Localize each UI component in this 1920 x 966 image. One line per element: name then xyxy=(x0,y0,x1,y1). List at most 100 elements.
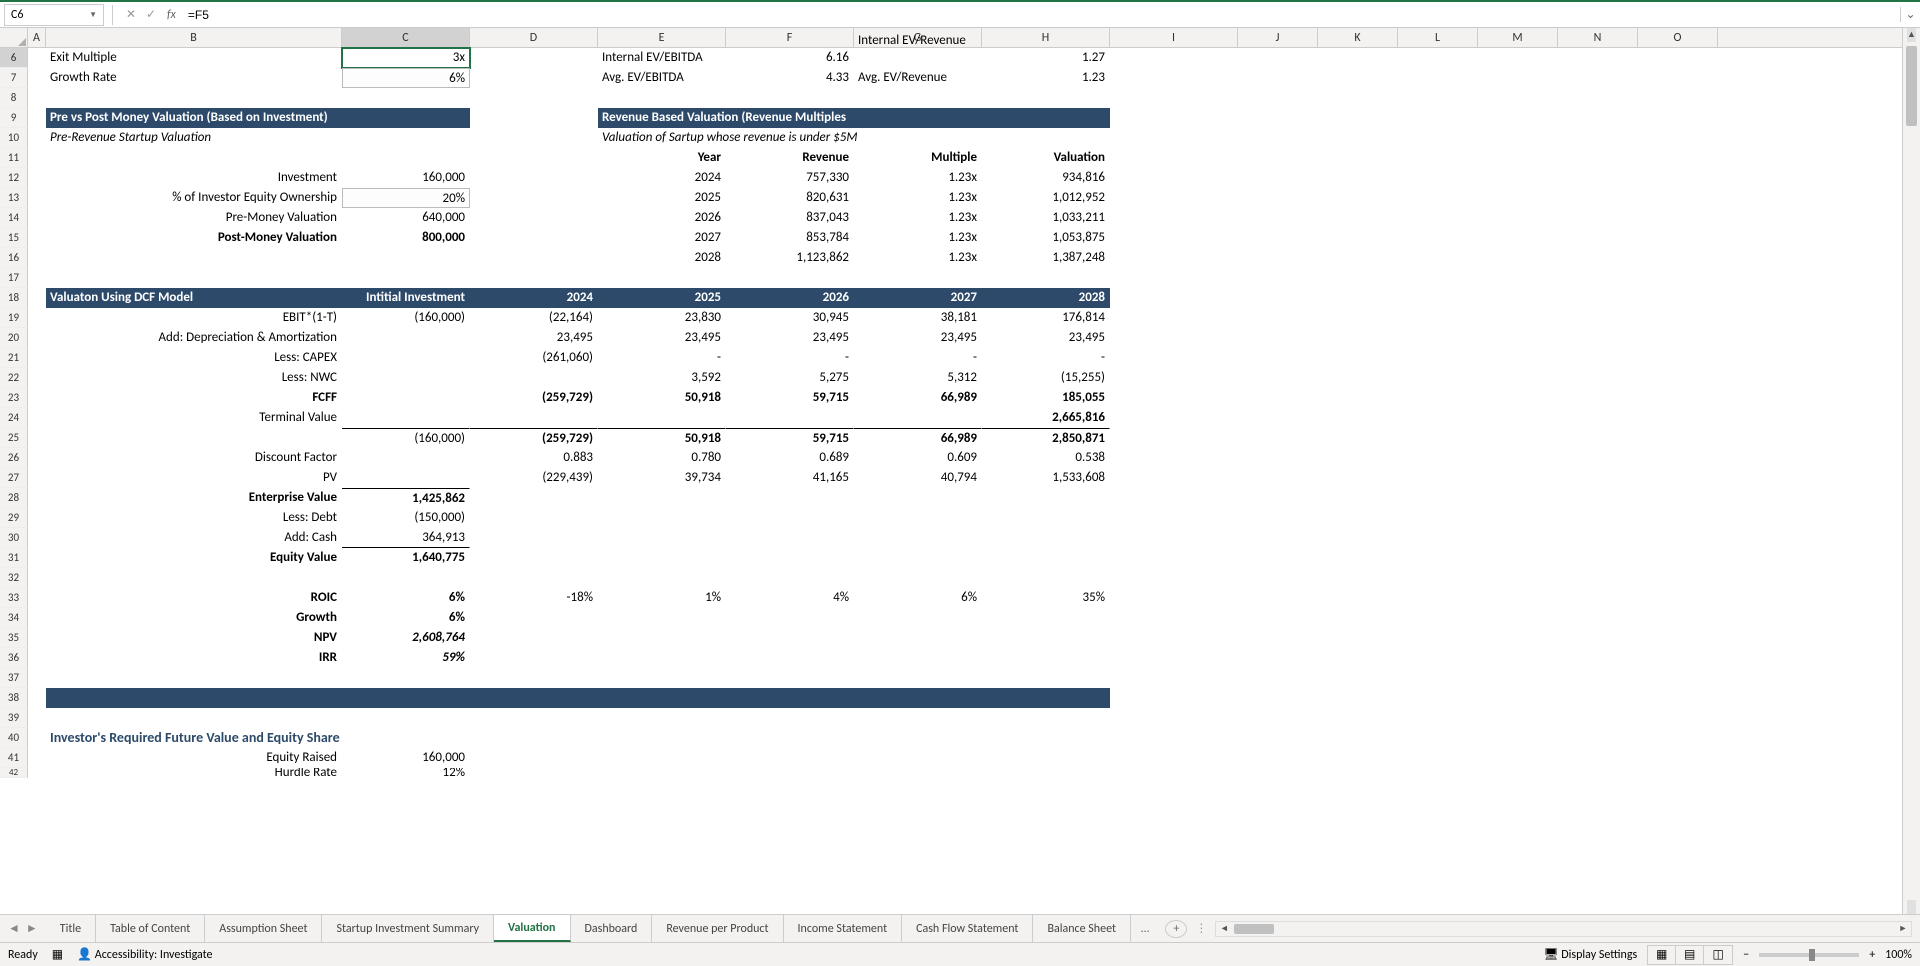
cell[interactable]: 0.780 xyxy=(598,448,726,468)
col-header[interactable]: L xyxy=(1398,28,1478,47)
cell[interactable]: Avg. EV/EBITDA xyxy=(598,68,726,88)
row-header[interactable]: 6 xyxy=(0,48,28,68)
cell[interactable]: 20% xyxy=(342,188,470,208)
row-header[interactable]: 21 xyxy=(0,348,28,368)
cell[interactable]: - xyxy=(598,348,726,368)
scroll-down-icon[interactable]: ▼ xyxy=(1903,902,1920,913)
cell[interactable]: % of Investor Equity Ownership xyxy=(46,188,342,208)
cell[interactable]: PV xyxy=(46,468,342,488)
normal-view-button[interactable]: ▦ xyxy=(1648,946,1676,964)
cell[interactable]: 2026 xyxy=(598,208,726,228)
cell[interactable]: 820,631 xyxy=(726,188,854,208)
cell[interactable]: Internal EV/Revenue xyxy=(854,48,982,68)
cell[interactable]: Post-Money Valuation xyxy=(46,228,342,248)
page-layout-button[interactable]: ▤ xyxy=(1676,946,1704,964)
row-header[interactable]: 30 xyxy=(0,528,28,548)
cell[interactable]: 66,989 xyxy=(854,428,982,448)
cell[interactable]: 2,850,871 xyxy=(982,428,1110,448)
row-header[interactable]: 26 xyxy=(0,448,28,468)
cell[interactable]: - xyxy=(854,348,982,368)
cell[interactable]: 59,715 xyxy=(726,428,854,448)
select-all-corner[interactable] xyxy=(0,28,28,47)
cell[interactable]: Pre-Money Valuation xyxy=(46,208,342,228)
col-header[interactable]: B xyxy=(46,28,342,47)
cell[interactable]: IRR xyxy=(46,648,342,668)
cell[interactable]: 2024 xyxy=(470,288,598,308)
sheet-tab[interactable]: Assumption Sheet xyxy=(205,915,322,942)
row-header[interactable]: 10 xyxy=(0,128,28,148)
cell[interactable]: (261,060) xyxy=(470,348,598,368)
sheet-tab[interactable]: Startup Investment Summary xyxy=(322,915,494,942)
row-header[interactable]: 15 xyxy=(0,228,28,248)
cell[interactable]: Add: Depreciation & Amortization xyxy=(46,328,342,348)
cell[interactable]: 2024 xyxy=(598,168,726,188)
col-header[interactable]: H xyxy=(982,28,1110,47)
cell[interactable]: 2,608,764 xyxy=(342,628,470,648)
cell[interactable]: 2025 xyxy=(598,188,726,208)
cell[interactable]: Investment xyxy=(46,168,342,188)
cell[interactable]: 5,312 xyxy=(854,368,982,388)
cell[interactable]: 23,495 xyxy=(598,328,726,348)
row-header[interactable]: 27 xyxy=(0,468,28,488)
tab-nav-prev-icon[interactable]: ◄ xyxy=(8,921,20,936)
section-header[interactable]: Revenue Based Valuation (Revenue Multipl… xyxy=(598,108,1110,128)
macro-icon[interactable]: ▦ xyxy=(52,947,63,962)
cell[interactable]: 757,330 xyxy=(726,168,854,188)
cell[interactable]: 2027 xyxy=(854,288,982,308)
row-header[interactable]: 25 xyxy=(0,428,28,448)
sheet-tab[interactable]: Cash Flow Statement xyxy=(902,915,1033,942)
row-header[interactable]: 34 xyxy=(0,608,28,628)
formula-input[interactable] xyxy=(182,6,1900,24)
cell[interactable]: 1,033,211 xyxy=(982,208,1110,228)
cell[interactable]: 0.609 xyxy=(854,448,982,468)
cell[interactable]: EBIT*(1-T) xyxy=(46,308,342,328)
name-box[interactable]: C6 ▼ xyxy=(4,4,104,26)
sheet-tab[interactable]: Table of Content xyxy=(96,915,205,942)
cell[interactable]: Revenue xyxy=(726,148,854,168)
cell[interactable]: 0.538 xyxy=(982,448,1110,468)
section-header[interactable]: Pre vs Post Money Valuation (Based on In… xyxy=(46,108,470,128)
cell[interactable]: 1.23x xyxy=(854,168,982,188)
cell[interactable]: 1.23x xyxy=(854,248,982,268)
cell[interactable]: 6% xyxy=(854,588,982,608)
cell[interactable]: 23,495 xyxy=(982,328,1110,348)
row-header[interactable]: 29 xyxy=(0,508,28,528)
cell[interactable]: 50,918 xyxy=(598,428,726,448)
cell[interactable]: 40,794 xyxy=(854,468,982,488)
row-header[interactable]: 40 xyxy=(0,728,28,748)
scroll-up-icon[interactable]: ▲ xyxy=(1903,29,1920,40)
cell[interactable]: (22,164) xyxy=(470,308,598,328)
cell[interactable]: 1,640,775 xyxy=(342,548,470,568)
row-header[interactable]: 16 xyxy=(0,248,28,268)
cell[interactable]: Valuation of Sartup whose revenue is und… xyxy=(598,128,1110,148)
col-header[interactable]: F xyxy=(726,28,854,47)
cell[interactable]: 6.16 xyxy=(726,48,854,68)
sheet-tab[interactable]: Balance Sheet xyxy=(1033,915,1131,942)
cell[interactable]: NPV xyxy=(46,628,342,648)
cell[interactable]: 1.23x xyxy=(854,188,982,208)
cell[interactable]: Discount Factor xyxy=(46,448,342,468)
cell[interactable]: 39,734 xyxy=(598,468,726,488)
section-header[interactable]: Valuaton Using DCF Model xyxy=(46,288,342,308)
cell[interactable]: 1,053,875 xyxy=(982,228,1110,248)
row-header[interactable]: 31 xyxy=(0,548,28,568)
cell[interactable]: Hurdle Rate xyxy=(46,768,342,778)
cell[interactable]: FCFF xyxy=(46,388,342,408)
section-title[interactable]: Investor's Required Future Value and Equ… xyxy=(46,728,546,748)
cell[interactable]: Growth xyxy=(46,608,342,628)
cell[interactable]: 3,592 xyxy=(598,368,726,388)
scroll-left-icon[interactable]: ◄ xyxy=(1216,923,1232,934)
cell[interactable]: 23,495 xyxy=(854,328,982,348)
cell[interactable]: 23,495 xyxy=(470,328,598,348)
scroll-right-icon[interactable]: ► xyxy=(1895,923,1911,934)
cell[interactable]: 5,275 xyxy=(726,368,854,388)
cell[interactable]: 934,816 xyxy=(982,168,1110,188)
zoom-in-button[interactable]: + xyxy=(1869,948,1875,962)
cell[interactable]: 1.23x xyxy=(854,228,982,248)
row-header[interactable]: 38 xyxy=(0,688,28,708)
cell[interactable]: 12% xyxy=(342,768,470,778)
cell[interactable]: 837,043 xyxy=(726,208,854,228)
horizontal-scrollbar[interactable]: ◄ ► xyxy=(1215,921,1912,937)
cell[interactable]: 0.689 xyxy=(726,448,854,468)
row-header[interactable]: 35 xyxy=(0,628,28,648)
